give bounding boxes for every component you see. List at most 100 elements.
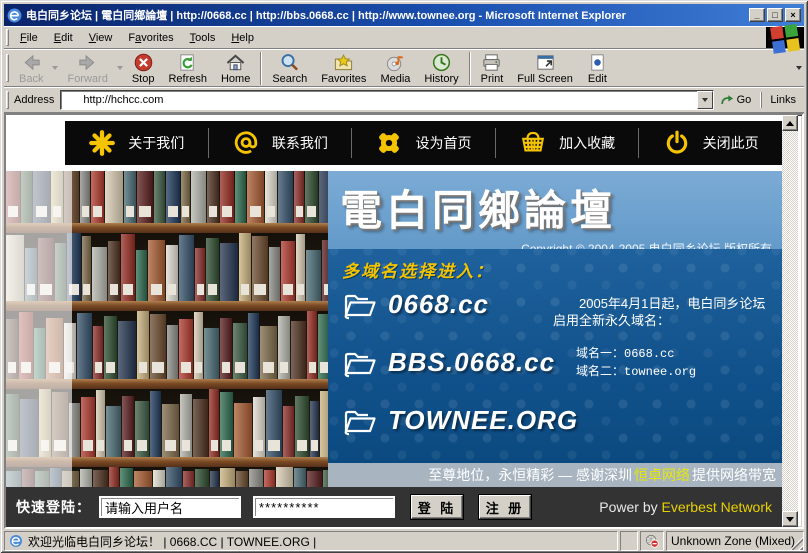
domain-link-townee.org[interactable]: TOWNEE.ORG xyxy=(342,405,578,436)
stop-button[interactable]: Stop xyxy=(125,50,162,86)
back-dropdown-chevron[interactable] xyxy=(50,50,60,86)
book-spine xyxy=(105,171,123,223)
nav-item-4[interactable]: 加入收藏 xyxy=(496,129,639,157)
book-label-sticker xyxy=(168,284,176,295)
book-spine xyxy=(109,467,119,487)
book-spine xyxy=(220,243,238,301)
asterisk-icon xyxy=(88,129,116,157)
media-icon xyxy=(385,52,406,73)
ie-throbber-icon xyxy=(766,27,804,48)
media-button[interactable]: Media xyxy=(373,50,417,86)
book-label-sticker xyxy=(83,284,89,295)
history-button[interactable]: History xyxy=(417,50,465,86)
forward-button[interactable]: Forward xyxy=(60,50,114,86)
book-label-sticker xyxy=(82,206,89,217)
book-label-sticker xyxy=(181,362,191,373)
book-spine xyxy=(180,394,192,457)
address-bar: Address Go Links xyxy=(4,87,804,113)
refresh-button[interactable]: Refresh xyxy=(161,50,214,86)
menu-help[interactable]: Help xyxy=(223,29,262,47)
book-label-sticker xyxy=(95,362,102,373)
toolbar-separator xyxy=(469,52,471,85)
book-spine xyxy=(266,390,282,457)
vertical-scrollbar[interactable] xyxy=(782,115,798,527)
book-label-sticker xyxy=(137,440,147,451)
bookshelf-photo xyxy=(6,171,328,487)
toolbar-grab-handle[interactable] xyxy=(6,91,9,110)
favorites-button[interactable]: Favorites xyxy=(314,50,373,86)
book-spine xyxy=(135,401,149,457)
domain-list-prefix: 域名一： xyxy=(576,346,624,360)
go-button[interactable]: Go xyxy=(714,91,758,109)
everbest-link[interactable]: Everbest Network xyxy=(662,499,772,515)
book-spine xyxy=(137,311,149,379)
menu-file[interactable]: File xyxy=(12,29,46,47)
password-input[interactable] xyxy=(253,496,395,518)
menu-view[interactable]: View xyxy=(81,29,121,47)
scroll-down-button[interactable] xyxy=(782,511,798,527)
basket-icon xyxy=(519,129,547,157)
search-icon xyxy=(279,52,300,73)
book-spine xyxy=(81,397,95,457)
book-spine xyxy=(153,470,165,487)
forward-dropdown-chevron[interactable] xyxy=(115,50,125,86)
book-spine xyxy=(118,321,136,379)
book-label-sticker xyxy=(152,362,163,373)
book-label-sticker xyxy=(283,284,293,295)
book-label-sticker xyxy=(280,362,288,373)
book-spine xyxy=(91,171,104,223)
address-input[interactable] xyxy=(61,94,696,106)
book-spine xyxy=(209,389,219,457)
browser-window: 电白同乡论坛 | 電白同鄉論壇 | http://0668.cc | http:… xyxy=(0,0,808,553)
book-spine xyxy=(166,171,180,223)
nav-item-5[interactable]: 关闭此页 xyxy=(639,129,782,157)
ie-logo-icon xyxy=(7,8,22,23)
book-spine xyxy=(154,171,165,223)
menu-edit[interactable]: Edit xyxy=(46,29,81,47)
domain-link-bbs.0668.cc[interactable]: BBS.0668.cc xyxy=(342,347,555,378)
links-label[interactable]: Links xyxy=(761,92,804,109)
search-button[interactable]: Search xyxy=(265,50,314,86)
book-label-sticker xyxy=(267,206,275,217)
back-button[interactable]: Back xyxy=(12,50,50,86)
print-button[interactable]: Print xyxy=(474,50,511,86)
menu-tools[interactable]: Tools xyxy=(182,29,224,47)
quick-login-label: 快速登陆： xyxy=(16,497,91,517)
nav-item-label: 设为首页 xyxy=(415,133,471,153)
at-icon xyxy=(232,129,260,157)
toolbar-button-label: Favorites xyxy=(321,73,366,85)
nav-item-1[interactable]: 关于我们 xyxy=(65,129,208,157)
register-button[interactable]: 注 册 xyxy=(479,495,531,519)
book-spine xyxy=(93,470,108,487)
folder-icon xyxy=(342,348,378,378)
scroll-up-button[interactable] xyxy=(782,115,798,131)
edit-button[interactable]: Edit xyxy=(580,50,615,86)
status-text: 欢迎光临电白同乡论坛！ | 0668.CC | TOWNEE.ORG | xyxy=(28,533,316,550)
domain-name: TOWNEE.ORG xyxy=(388,405,578,436)
menu-favorites[interactable]: Favorites xyxy=(120,29,181,47)
toolbar-grab-handle[interactable] xyxy=(6,29,9,45)
folder-icon xyxy=(342,406,378,436)
site-panel: 電白同鄉論壇 Copyright © 2004-2005 电白同乡论坛 版权所有… xyxy=(328,171,782,487)
toolbar-overflow-chevron[interactable] xyxy=(794,50,804,86)
nav-item-3[interactable]: 设为首页 xyxy=(352,129,495,157)
sponsor-link[interactable]: 恒卓网络 xyxy=(634,465,690,485)
book-spine xyxy=(179,235,194,301)
stop-icon xyxy=(133,52,154,73)
username-input[interactable] xyxy=(99,496,241,518)
address-dropdown-button[interactable] xyxy=(697,91,713,109)
minimize-button[interactable]: _ xyxy=(749,8,765,22)
status-zone-panel: Unknown Zone (Mixed) xyxy=(666,531,804,551)
domain-link-0668.cc[interactable]: 0668.cc xyxy=(342,289,489,320)
login-button[interactable]: 登 陆 xyxy=(411,495,463,519)
nav-item-label: 关于我们 xyxy=(128,133,184,153)
full-screen-button[interactable]: Full Screen xyxy=(510,50,580,86)
book-label-sticker xyxy=(296,206,303,217)
book-spine xyxy=(195,248,205,301)
nav-item-2[interactable]: 联系我们 xyxy=(209,129,352,157)
home-button[interactable]: Home xyxy=(214,50,257,86)
book-spine xyxy=(137,171,153,223)
toolbar-grab-handle[interactable] xyxy=(6,54,9,82)
book-spine xyxy=(162,404,179,457)
title-bar[interactable]: 电白同乡论坛 | 電白同鄉論壇 | http://0668.cc | http:… xyxy=(4,4,804,26)
